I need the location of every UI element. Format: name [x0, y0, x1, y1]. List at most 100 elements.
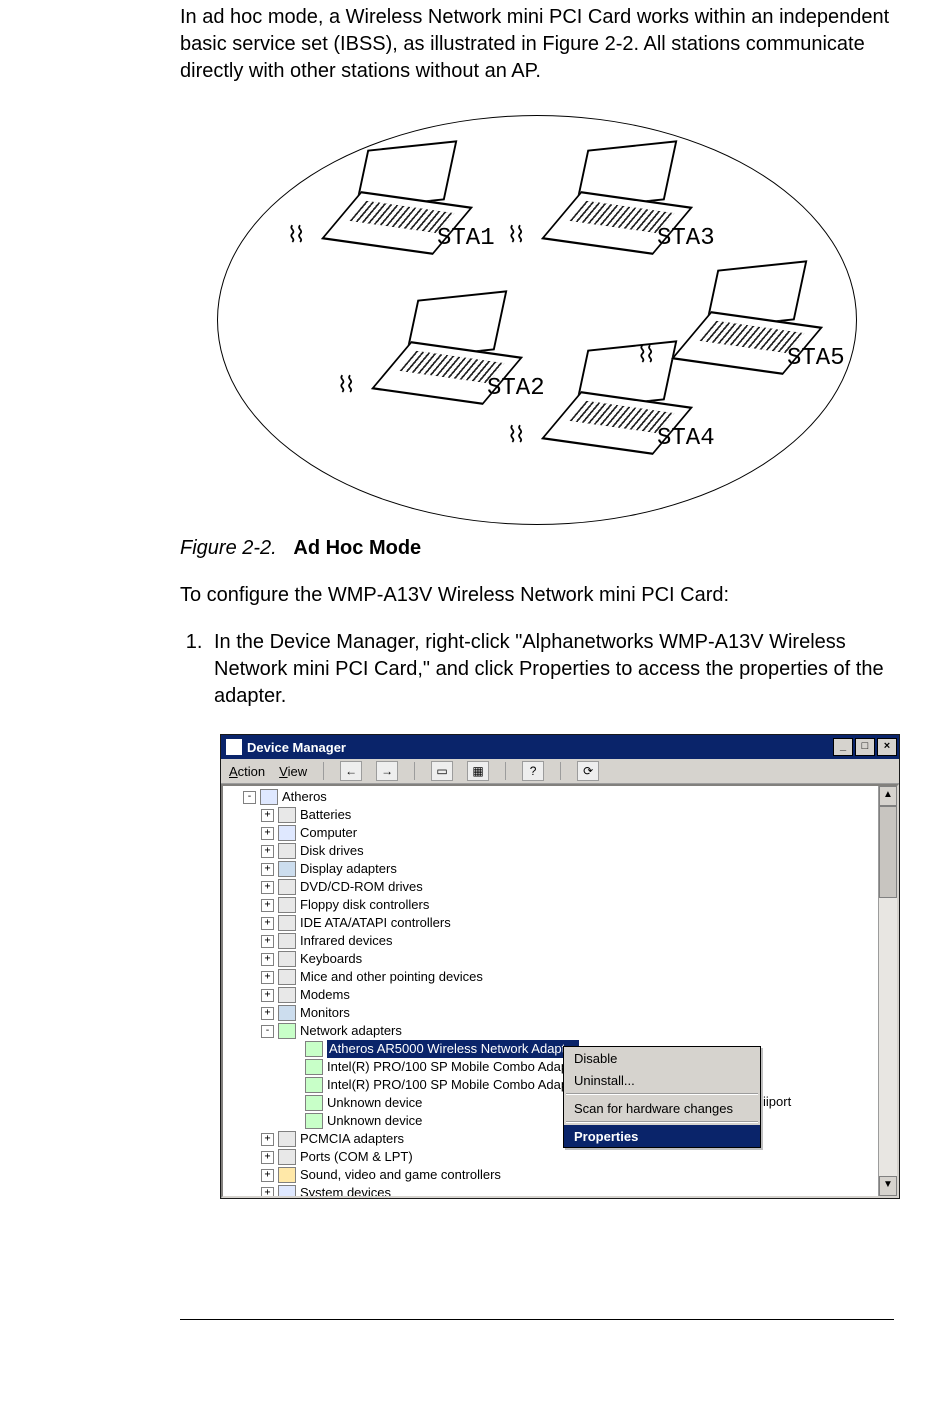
tree-item-selected[interactable]: Atheros AR5000 Wireless Network Adapter: [225, 1040, 878, 1058]
tree-item[interactable]: Intel(R) PRO/100 SP Mobile Combo Adapter: [225, 1076, 878, 1094]
nic-icon: [305, 1077, 323, 1093]
tree-item[interactable]: +Monitors: [225, 1004, 878, 1022]
expand-icon[interactable]: +: [261, 971, 274, 984]
collapse-icon[interactable]: -: [243, 791, 256, 804]
expand-icon[interactable]: +: [261, 1007, 274, 1020]
nav-forward-button[interactable]: →: [376, 761, 398, 781]
collapse-icon[interactable]: -: [261, 1025, 274, 1038]
menu-action[interactable]: Action: [229, 764, 265, 779]
scroll-down-button[interactable]: ▼: [879, 1176, 897, 1196]
titlebar[interactable]: Device Manager _ □ ×: [221, 735, 899, 759]
steps-list: In the Device Manager, right-click "Alph…: [180, 629, 894, 710]
tree-item[interactable]: +IDE ATA/ATAPI controllers: [225, 914, 878, 932]
scroll-up-button[interactable]: ▲: [879, 786, 897, 806]
figure-caption: Figure 2-2. Ad Hoc Mode: [180, 537, 894, 560]
figure-adhoc: ⌇⌇ STA1 ⌇⌇ STA3 ⌇⌇ STA2 ⌇⌇ STA4 ⌇⌇: [180, 115, 894, 525]
expand-icon[interactable]: +: [261, 863, 274, 876]
device-manager-window: Device Manager _ □ × Action View ← → ▭ ▦…: [220, 734, 900, 1199]
ctx-scan[interactable]: Scan for hardware changes: [564, 1097, 760, 1119]
toolbar-refresh-button[interactable]: ⟳: [577, 761, 599, 781]
station-sta1: ⌇⌇ STA1: [317, 145, 467, 245]
minimize-button[interactable]: _: [833, 738, 853, 756]
scroll-track[interactable]: [879, 806, 897, 1176]
expand-icon[interactable]: +: [261, 845, 274, 858]
toolbar-help-button[interactable]: ?: [522, 761, 544, 781]
station-label: STA4: [657, 425, 715, 452]
expand-icon[interactable]: +: [261, 935, 274, 948]
expand-icon[interactable]: +: [261, 899, 274, 912]
expand-icon[interactable]: +: [261, 827, 274, 840]
wireless-icon: ⌇⌇: [507, 423, 522, 449]
nic-icon: [305, 1113, 323, 1129]
tree-item[interactable]: +Ports (COM & LPT): [225, 1148, 878, 1166]
expand-icon[interactable]: +: [261, 1169, 274, 1182]
expand-icon[interactable]: +: [261, 1151, 274, 1164]
menu-toolbar: Action View ← → ▭ ▦ ? ⟳: [221, 759, 899, 784]
tree-item[interactable]: +DVD/CD-ROM drives: [225, 878, 878, 896]
battery-icon: [278, 807, 296, 823]
wireless-icon: ⌇⌇: [287, 223, 302, 249]
tree-item[interactable]: +Batteries: [225, 806, 878, 824]
pcmcia-icon: [278, 1131, 296, 1147]
page-footer-rule: [180, 1319, 894, 1320]
expand-icon[interactable]: +: [261, 917, 274, 930]
step-1: In the Device Manager, right-click "Alph…: [208, 629, 894, 710]
app-icon: [225, 738, 243, 756]
ctx-properties[interactable]: Properties: [564, 1125, 760, 1147]
scroll-thumb[interactable]: [879, 806, 897, 898]
expand-icon[interactable]: +: [261, 809, 274, 822]
vertical-scrollbar[interactable]: ▲ ▼: [878, 786, 897, 1196]
tree-root[interactable]: - Atheros: [225, 788, 878, 806]
tree-item[interactable]: +Infrared devices: [225, 932, 878, 950]
expand-icon[interactable]: +: [261, 953, 274, 966]
close-button[interactable]: ×: [877, 738, 897, 756]
computer-icon: [260, 789, 278, 805]
ide-icon: [278, 915, 296, 931]
station-sta5: ⌇⌇ STA5: [667, 265, 817, 365]
computer-icon: [278, 825, 296, 841]
tree-item[interactable]: +Floppy disk controllers: [225, 896, 878, 914]
station-label: STA1: [437, 225, 495, 252]
tree-item[interactable]: +Mice and other pointing devices: [225, 968, 878, 986]
tree-item[interactable]: +Keyboards: [225, 950, 878, 968]
dvd-icon: [278, 879, 296, 895]
station-label: STA5: [787, 345, 845, 372]
tree-item[interactable]: Unknown device: [225, 1112, 878, 1130]
tree-item[interactable]: +Display adapters: [225, 860, 878, 878]
tree-item[interactable]: +System devices: [225, 1184, 878, 1196]
ctx-uninstall[interactable]: Uninstall...: [564, 1069, 760, 1091]
obscured-text: iiport: [763, 1094, 791, 1109]
floppy-icon: [278, 897, 296, 913]
network-icon: [278, 1023, 296, 1039]
config-intro: To configure the WMP-A13V Wireless Netwo…: [180, 582, 894, 609]
wireless-icon: ⌇⌇: [637, 343, 652, 369]
tree-item[interactable]: +PCMCIA adapters: [225, 1130, 878, 1148]
wireless-icon: ⌇⌇: [337, 373, 352, 399]
toolbar-props-button[interactable]: ▦: [467, 761, 489, 781]
infrared-icon: [278, 933, 296, 949]
ports-icon: [278, 1149, 296, 1165]
tree-item[interactable]: Intel(R) PRO/100 SP Mobile Combo Adapter: [225, 1058, 878, 1076]
device-tree[interactable]: - Atheros +Batteries +Computer +Disk dri…: [223, 786, 878, 1196]
tree-item[interactable]: +Disk drives: [225, 842, 878, 860]
expand-icon[interactable]: +: [261, 881, 274, 894]
tree-item-network-adapters[interactable]: -Network adapters: [225, 1022, 878, 1040]
ctx-disable[interactable]: Disable: [564, 1047, 760, 1069]
nic-icon: [305, 1059, 323, 1075]
menu-divider: [566, 1093, 758, 1095]
toolbar-up-button[interactable]: ▭: [431, 761, 453, 781]
station-sta2: ⌇⌇ STA2: [367, 295, 517, 395]
expand-icon[interactable]: +: [261, 989, 274, 1002]
tree-item[interactable]: +Sound, video and game controllers: [225, 1166, 878, 1184]
maximize-button[interactable]: □: [855, 738, 875, 756]
keyboard-icon: [278, 951, 296, 967]
menu-divider: [566, 1121, 758, 1123]
tree-item[interactable]: +Computer: [225, 824, 878, 842]
tree-item[interactable]: +Modems: [225, 986, 878, 1004]
window-title: Device Manager: [247, 740, 831, 755]
intro-paragraph: In ad hoc mode, a Wireless Network mini …: [180, 4, 894, 85]
nav-back-button[interactable]: ←: [340, 761, 362, 781]
expand-icon[interactable]: +: [261, 1133, 274, 1146]
expand-icon[interactable]: +: [261, 1187, 274, 1197]
menu-view[interactable]: View: [279, 764, 307, 779]
